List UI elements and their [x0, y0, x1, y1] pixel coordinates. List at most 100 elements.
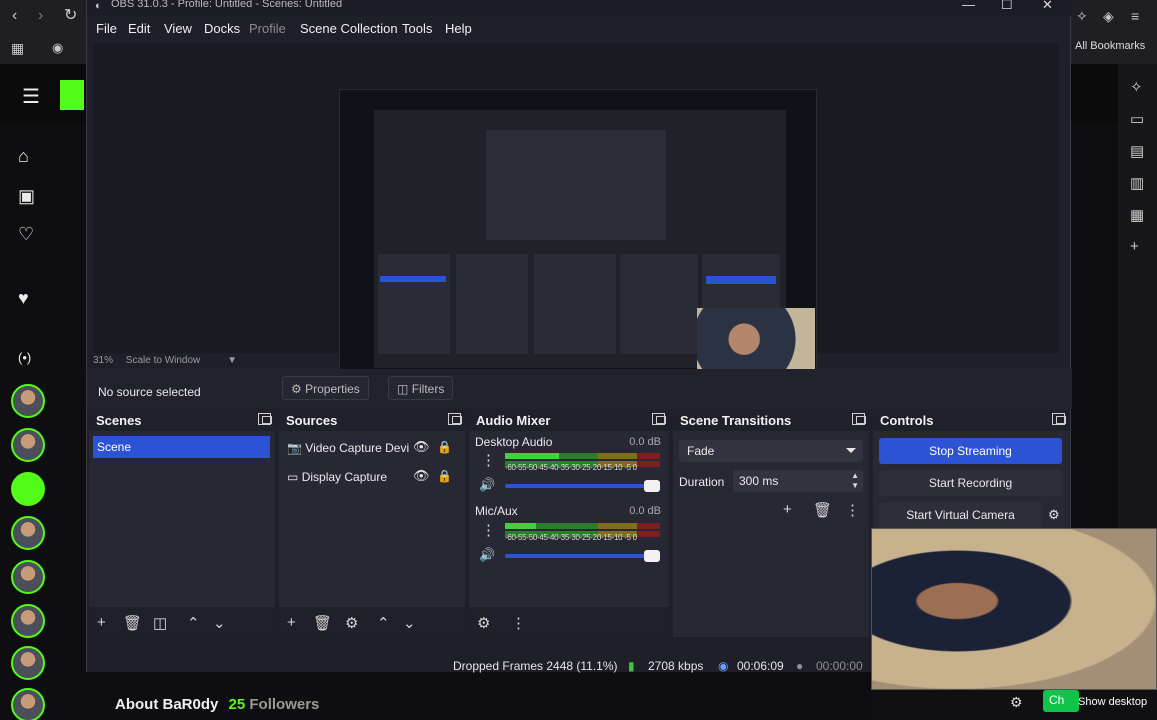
home-icon[interactable]: ⌂ [18, 146, 29, 167]
kick-logo[interactable] [60, 80, 84, 110]
channel-avatar[interactable] [11, 472, 45, 506]
kebab-icon[interactable]: ⋮ [481, 451, 496, 469]
lock-icon[interactable]: 🔒 [437, 440, 452, 454]
kebab-icon[interactable]: ⋮ [845, 501, 860, 519]
menu-profile[interactable]: Profile [249, 21, 286, 36]
menu-edit[interactable]: Edit [128, 21, 150, 36]
menu-docks[interactable]: Docks [204, 21, 240, 36]
zoom-mode[interactable]: Scale to Window [126, 355, 200, 366]
undock-icon[interactable] [258, 413, 272, 425]
add-icon[interactable]: + [97, 614, 106, 631]
menu-tools[interactable]: Tools [402, 21, 432, 36]
filter-icon[interactable]: ◫ [153, 614, 167, 632]
undock-icon[interactable] [652, 413, 666, 425]
gear-icon[interactable]: ⚙ [1010, 694, 1023, 711]
volume-slider[interactable] [505, 550, 660, 562]
menu-file[interactable]: File [96, 21, 117, 36]
trash-icon[interactable]: 🗑 [313, 614, 332, 632]
reading-list-icon[interactable]: ▦ [1130, 206, 1144, 224]
reload-icon[interactable]: ↻ [64, 8, 77, 24]
trash-icon[interactable]: 🗑 [123, 614, 142, 632]
scene-item[interactable]: Scene [93, 436, 270, 458]
minimize-icon[interactable]: — [962, 0, 975, 12]
down-icon[interactable]: ⌄ [403, 614, 416, 632]
preview-canvas[interactable] [93, 43, 1059, 391]
extension-icon[interactable]: ✧ [1130, 78, 1143, 96]
channel-avatar[interactable] [11, 428, 45, 462]
start-recording-button[interactable]: Start Recording [879, 470, 1062, 496]
undock-icon[interactable] [448, 413, 462, 425]
gear-icon[interactable]: ⚙ [477, 614, 490, 632]
speaker-icon[interactable]: 🔊 [479, 477, 495, 493]
source-item[interactable]: ▭ Display Capture [287, 470, 387, 484]
following-icon[interactable]: ♡ [18, 224, 34, 245]
mixer-toolbar: ⚙ ⋮ [469, 607, 669, 637]
channel-avatar[interactable] [11, 604, 45, 638]
maximize-icon[interactable]: ☐ [1001, 0, 1013, 13]
apps-icon[interactable]: ▦ [11, 40, 24, 56]
channel-name: Desktop Audio [475, 435, 553, 449]
up-icon[interactable]: ⌃ [377, 614, 390, 632]
menu-icon[interactable]: ≡ [1131, 8, 1139, 24]
signal-icon: ▮ [628, 659, 635, 673]
zoom-controls[interactable]: 31% Scale to Window ▼ [93, 355, 237, 366]
about-title: About BaR0dy [115, 696, 219, 713]
stop-streaming-button[interactable]: Stop Streaming [879, 438, 1062, 464]
undock-icon[interactable] [1052, 413, 1066, 425]
scenes-dock: Scenes Scene + 🗑 ◫ ⌃ ⌄ [89, 409, 275, 637]
media-icon[interactable]: ▭ [1130, 110, 1144, 128]
forward-icon[interactable]: › [38, 8, 43, 24]
browse-icon[interactable]: ▣ [18, 186, 35, 207]
channel-avatar[interactable] [11, 384, 45, 418]
hamburger-icon[interactable]: ☰ [22, 84, 40, 109]
camera-icon: 📷 [287, 441, 302, 455]
down-icon[interactable]: ⌄ [213, 614, 226, 632]
source-item[interactable]: 📷 Video Capture Devi [287, 441, 409, 455]
eye-icon[interactable]: 👁 [413, 468, 430, 484]
properties-button[interactable]: ⚙ Properties [282, 376, 369, 400]
chevron-down-icon[interactable]: ▼ [851, 481, 859, 490]
volume-slider[interactable] [505, 480, 660, 492]
add-icon[interactable]: + [1130, 238, 1139, 255]
shield-icon[interactable]: ◈ [1103, 8, 1114, 24]
eye-icon[interactable]: 👁 [413, 439, 430, 455]
chat-button[interactable]: Ch [1043, 690, 1079, 712]
site-icon[interactable]: ◉ [52, 40, 63, 56]
channel-avatar[interactable] [11, 560, 45, 594]
add-icon[interactable]: + [287, 614, 296, 631]
back-icon[interactable]: ‹ [12, 8, 17, 24]
undock-icon[interactable] [852, 413, 866, 425]
scenes-title: Scenes [96, 413, 142, 428]
no-source-label: No source selected [98, 385, 201, 399]
close-icon[interactable]: ✕ [1042, 0, 1053, 13]
menu-scene-collection[interactable]: Scene Collection [300, 21, 398, 36]
start-virtual-camera-button[interactable]: Start Virtual Camera [879, 502, 1042, 528]
chevron-up-icon[interactable]: ▲ [851, 471, 859, 480]
save-icon[interactable]: ▥ [1130, 174, 1144, 192]
monitor-icon: ▭ [287, 470, 299, 484]
kebab-icon[interactable]: ⋮ [481, 521, 496, 539]
chevron-down-icon[interactable]: ▼ [227, 355, 237, 366]
wallet-icon[interactable]: ▤ [1130, 142, 1144, 160]
filters-button[interactable]: ◫ Filters [388, 376, 454, 400]
transition-select[interactable]: Fade [679, 440, 863, 462]
channel-avatar[interactable] [11, 688, 45, 720]
up-icon[interactable]: ⌃ [187, 614, 200, 632]
webcam-overlay [871, 528, 1157, 690]
favorites-icon[interactable]: ♥ [18, 288, 29, 309]
trash-icon[interactable]: 🗑 [813, 501, 832, 519]
speaker-icon[interactable]: 🔊 [479, 547, 495, 563]
channel-avatar[interactable] [11, 646, 45, 680]
menu-view[interactable]: View [164, 21, 192, 36]
lock-icon[interactable]: 🔒 [437, 469, 452, 483]
gear-icon[interactable]: ⚙ [345, 614, 358, 632]
transitions-title: Scene Transitions [680, 413, 792, 428]
menu-help[interactable]: Help [445, 21, 472, 36]
kebab-icon[interactable]: ⋮ [511, 614, 526, 632]
add-icon[interactable]: + [783, 501, 792, 518]
gear-icon[interactable]: ⚙ [1048, 507, 1060, 523]
duration-field[interactable]: 300 ms ▲ ▼ [733, 470, 863, 492]
all-bookmarks[interactable]: All Bookmarks [1075, 40, 1145, 52]
channel-avatar[interactable] [11, 516, 45, 550]
extensions-icon[interactable]: ✧ [1076, 8, 1088, 24]
